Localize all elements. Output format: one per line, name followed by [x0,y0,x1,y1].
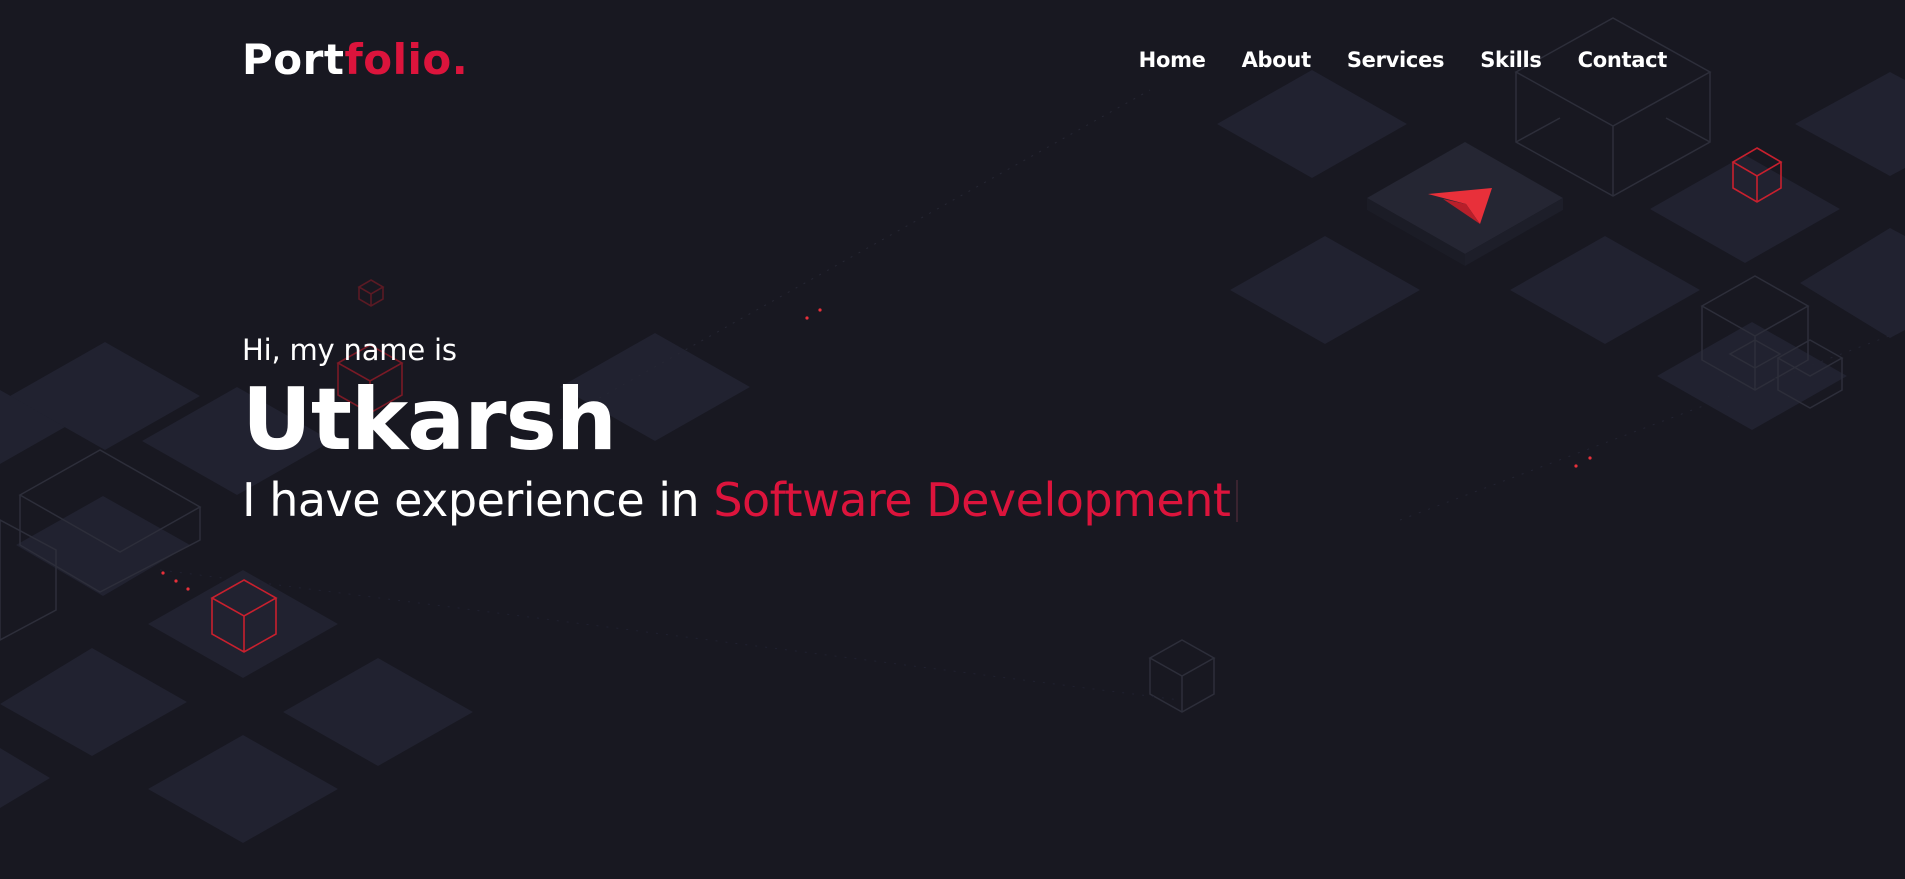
nav-menu: Home About Services Skills Contact [1139,46,1668,74]
bg-tile [0,748,50,808]
experience-typed-text: Software Development [713,473,1231,527]
hero-experience: I have experience in Software Developmen… [242,470,1239,530]
logo-text-main: Port [242,35,345,84]
bg-tile [1510,236,1700,344]
bg-tile [148,570,338,678]
bg-tile [0,648,187,756]
bg-tile [1800,228,1905,338]
nav-link-home[interactable]: Home [1139,46,1206,74]
bg-tile [148,735,338,843]
navbar: Portfolio. Home About Services Skills Co… [0,0,1905,120]
experience-prefix: I have experience in [242,473,700,527]
bg-tile [1230,236,1420,344]
typing-cursor [1236,480,1239,522]
bg-tile [1657,322,1847,430]
nav-link-services[interactable]: Services [1347,46,1445,74]
logo-text-accent: folio. [344,35,469,84]
nav-link-contact[interactable]: Contact [1578,46,1668,74]
cube-outline-small [1148,639,1216,713]
bg-tile [16,496,190,596]
nav-link-about[interactable]: About [1242,46,1312,74]
hero-intro: Hi, my name is [242,333,457,367]
site-logo[interactable]: Portfolio. [242,34,468,86]
hero-name: Utkarsh [242,370,617,470]
portfolio-page: Portfolio. Home About Services Skills Co… [0,0,1905,879]
bg-tile [1650,155,1840,263]
nav-link-skills[interactable]: Skills [1480,46,1542,74]
cube-outline-red [357,279,385,307]
bg-tile [283,658,473,766]
hero-section: Hi, my name is Utkarsh I have experience… [242,330,1239,530]
